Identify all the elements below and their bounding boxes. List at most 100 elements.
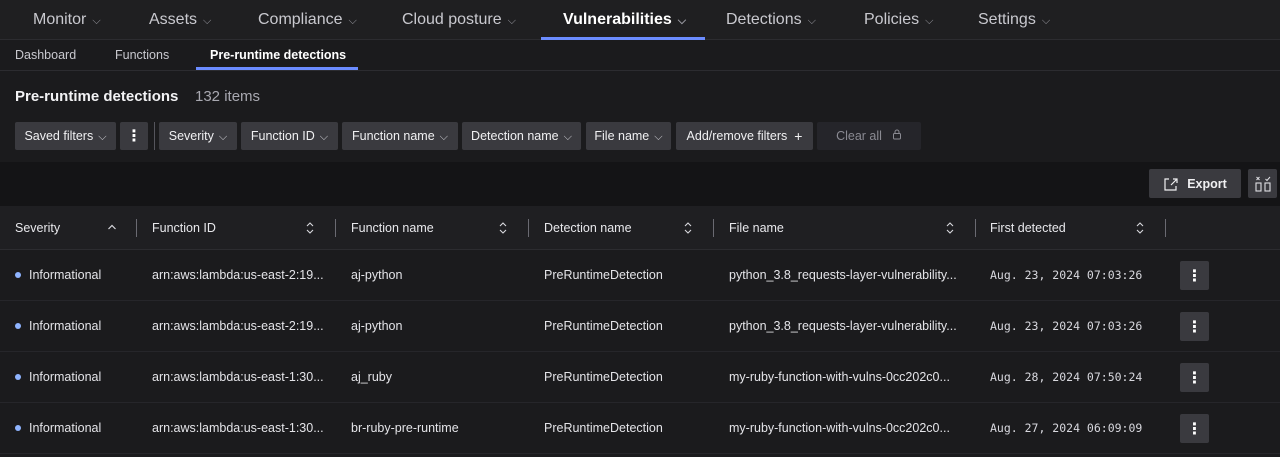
nav-cloud-posture[interactable]: Cloud posture ⌵: [402, 0, 516, 40]
column-resize-handle[interactable]: [713, 219, 714, 237]
sub-navigation: Dashboard Functions Pre-runtime detectio…: [0, 40, 1280, 71]
sort-ascending-icon[interactable]: [106, 221, 118, 233]
filters-more-button[interactable]: ⋮: [120, 122, 148, 150]
header-file-name[interactable]: File name: [729, 206, 784, 250]
function-name-cell[interactable]: aj_ruby: [351, 352, 392, 402]
filter-divider: [154, 122, 155, 150]
first-detected-cell: Aug. 23, 2024 07:03:26: [990, 268, 1143, 282]
column-resize-handle[interactable]: [335, 219, 336, 237]
export-button[interactable]: Export: [1149, 169, 1241, 198]
column-resize-handle[interactable]: [136, 219, 137, 237]
table-row[interactable]: Informational arn:aws:lambda:us-east-2:1…: [0, 301, 1280, 352]
nav-monitor[interactable]: Monitor ⌵: [33, 0, 101, 40]
table-toolbar: [0, 162, 1280, 206]
header-function-id[interactable]: Function ID: [152, 206, 216, 250]
function-name-cell[interactable]: br-ruby-pre-runtime: [351, 403, 459, 453]
active-tab-indicator: [196, 67, 358, 70]
sort-icon[interactable]: [682, 221, 694, 235]
sort-icon[interactable]: [304, 221, 316, 235]
tab-dashboard[interactable]: Dashboard: [15, 40, 76, 70]
severity-dot-icon: [15, 374, 21, 380]
nav-settings[interactable]: Settings ⌵: [978, 0, 1050, 40]
chevron-down-icon: ⌵: [203, 14, 212, 27]
nav-assets[interactable]: Assets ⌵: [149, 0, 211, 40]
chevron-down-icon: ⌵: [925, 14, 934, 27]
tab-pre-runtime-detections[interactable]: Pre-runtime detections: [210, 40, 346, 70]
table-row[interactable]: Informational arn:aws:lambda:us-east-1:3…: [0, 403, 1280, 454]
chevron-down-icon: ⌵: [98, 130, 107, 143]
clear-all-button[interactable]: Clear all: [817, 122, 921, 150]
chevron-down-icon: ⌵: [807, 14, 816, 27]
chevron-down-icon: ⌵: [654, 130, 663, 143]
export-icon: [1164, 177, 1178, 191]
row-actions-button[interactable]: ⋮: [1180, 261, 1209, 290]
row-actions-button[interactable]: ⋮: [1180, 414, 1209, 443]
column-resize-handle[interactable]: [1165, 219, 1166, 237]
function-id-cell[interactable]: arn:aws:lambda:us-east-1:30...: [152, 403, 327, 453]
table-header: Severity Function ID Function name Detec…: [0, 206, 1280, 250]
function-name-filter[interactable]: Function name ⌵: [342, 122, 458, 150]
add-remove-filters-button[interactable]: Add/remove filters +: [676, 122, 813, 150]
function-name-cell[interactable]: aj-python: [351, 250, 402, 300]
chevron-down-icon: ⌵: [218, 130, 228, 143]
sort-icon[interactable]: [497, 221, 509, 235]
item-count: 132 items: [195, 88, 261, 105]
severity-dot-icon: [15, 425, 21, 431]
chevron-down-icon: ⌵: [319, 130, 329, 143]
table-row[interactable]: Informational arn:aws:lambda:us-east-1:3…: [0, 352, 1280, 403]
severity-filter[interactable]: Severity ⌵: [159, 122, 237, 150]
header-detection-name[interactable]: Detection name: [544, 206, 632, 250]
kebab-icon: ⋮: [1186, 420, 1203, 438]
sort-icon[interactable]: [1134, 221, 1146, 235]
chevron-down-icon: ⌵: [1041, 14, 1051, 27]
row-actions-button[interactable]: ⋮: [1180, 312, 1209, 341]
function-id-filter[interactable]: Function ID ⌵: [241, 122, 338, 150]
file-name-cell: python_3.8_requests-layer-vulnerability.…: [729, 268, 957, 282]
chevron-down-icon: ⌵: [92, 14, 101, 27]
plus-icon: +: [794, 128, 803, 144]
header-severity[interactable]: Severity: [15, 206, 60, 250]
nav-policies[interactable]: Policies ⌵: [864, 0, 933, 40]
column-resize-handle[interactable]: [528, 219, 529, 237]
header-function-name[interactable]: Function name: [351, 206, 434, 250]
nav-compliance[interactable]: Compliance ⌵: [258, 0, 357, 40]
header-first-detected[interactable]: First detected: [990, 206, 1066, 250]
file-name-filter[interactable]: File name ⌵: [586, 122, 671, 150]
row-actions-button[interactable]: ⋮: [1180, 363, 1209, 392]
nav-vulnerabilities[interactable]: Vulnerabilities ⌵: [563, 0, 686, 40]
severity-dot-icon: [15, 323, 21, 329]
column-settings-icon: [1254, 176, 1271, 192]
file-name-cell: python_3.8_requests-layer-vulnerability.…: [729, 319, 957, 333]
file-name-cell: my-ruby-function-with-vulns-0cc202c0...: [729, 421, 950, 435]
page-title: Pre-runtime detections: [15, 88, 179, 105]
first-detected-cell: Aug. 28, 2024 07:50:24: [990, 370, 1143, 384]
detection-name-cell: PreRuntimeDetection: [544, 319, 663, 333]
function-id-cell[interactable]: arn:aws:lambda:us-east-2:19...: [152, 250, 327, 300]
first-detected-cell: Aug. 27, 2024 06:09:09: [990, 421, 1143, 435]
kebab-icon: ⋮: [1186, 318, 1203, 336]
chevron-down-icon: ⌵: [439, 130, 449, 143]
kebab-icon: ⋮: [1186, 369, 1203, 387]
detection-name-cell: PreRuntimeDetection: [544, 421, 663, 435]
detection-name-filter[interactable]: Detection name ⌵: [462, 122, 581, 150]
table-row[interactable]: Informational arn:aws:lambda:us-east-2:1…: [0, 250, 1280, 301]
tab-functions[interactable]: Functions: [115, 40, 169, 70]
severity-cell: Informational: [15, 403, 101, 453]
severity-dot-icon: [15, 272, 21, 278]
column-settings-button[interactable]: [1248, 169, 1277, 198]
function-id-cell[interactable]: arn:aws:lambda:us-east-1:30...: [152, 352, 327, 402]
kebab-icon: ⋮: [1186, 267, 1203, 285]
lock-icon: [892, 129, 902, 143]
saved-filters-dropdown[interactable]: Saved filters ⌵: [15, 122, 116, 150]
severity-cell: Informational: [15, 352, 101, 402]
nav-detections[interactable]: Detections ⌵: [726, 0, 816, 40]
first-detected-cell: Aug. 23, 2024 07:03:26: [990, 319, 1143, 333]
chevron-down-icon: ⌵: [348, 14, 357, 27]
function-name-cell[interactable]: aj-python: [351, 301, 402, 351]
file-name-cell: my-ruby-function-with-vulns-0cc202c0...: [729, 370, 950, 384]
function-id-cell[interactable]: arn:aws:lambda:us-east-2:19...: [152, 301, 327, 351]
sort-icon[interactable]: [944, 221, 956, 235]
column-resize-handle[interactable]: [975, 219, 976, 237]
top-navigation: Monitor ⌵ Assets ⌵ Compliance ⌵ Cloud postu…: [0, 0, 1280, 40]
severity-cell: Informational: [15, 250, 101, 300]
